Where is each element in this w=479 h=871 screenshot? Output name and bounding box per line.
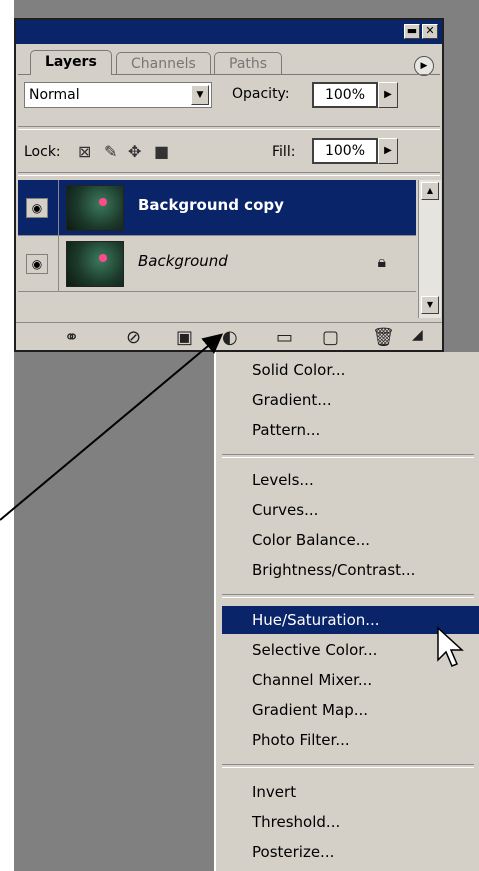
- mouse-cursor-icon: [437, 626, 464, 667]
- annotation-arrow: [0, 333, 464, 667]
- arrow-line: [0, 333, 224, 521]
- tab-layers[interactable]: Layers: [30, 50, 112, 75]
